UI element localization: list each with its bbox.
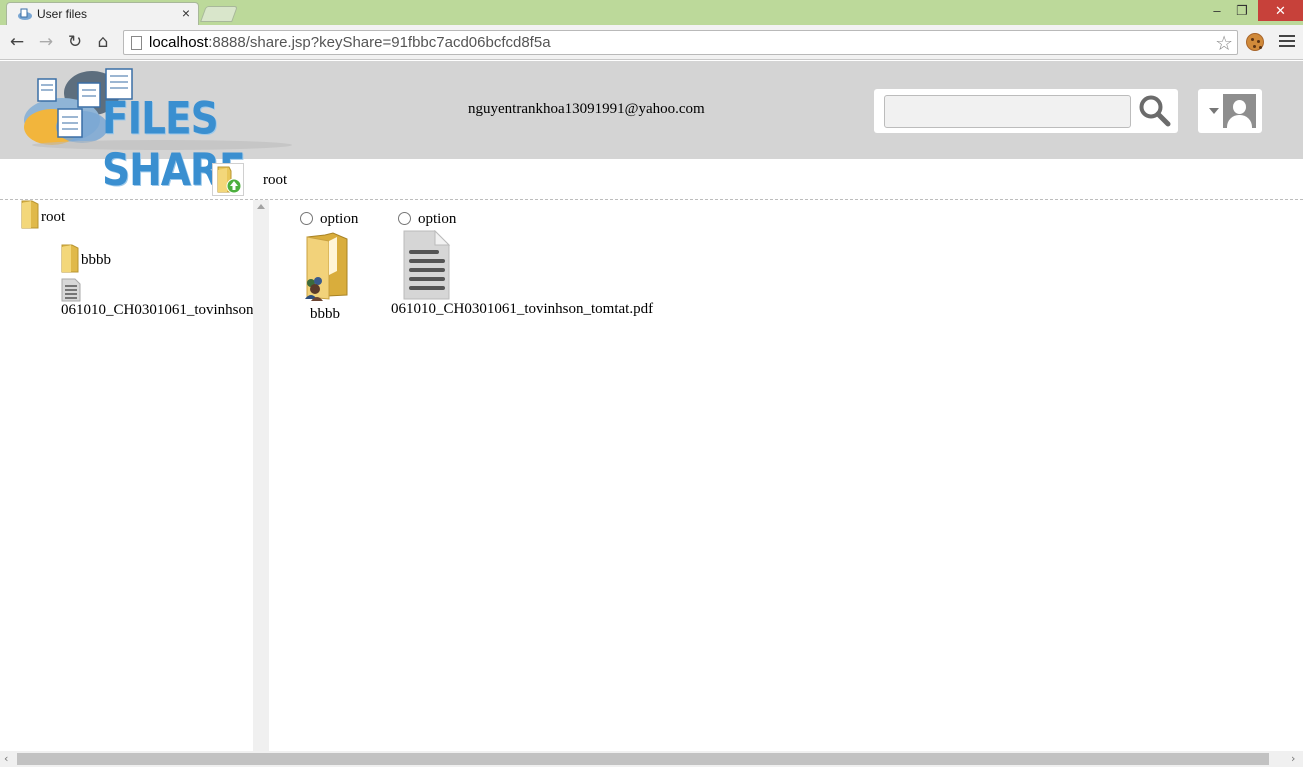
search-icon[interactable] bbox=[1138, 94, 1172, 128]
folder-up-button[interactable] bbox=[212, 163, 244, 196]
user-menu-button[interactable] bbox=[1198, 89, 1262, 133]
window-minimize-button[interactable]: – bbox=[1205, 0, 1229, 21]
new-tab-button[interactable] bbox=[200, 6, 238, 22]
folder-icon bbox=[21, 200, 39, 229]
scroll-left-arrow-icon[interactable]: ‹ bbox=[4, 753, 8, 764]
file-item-name[interactable]: bbbb bbox=[310, 306, 340, 323]
tree-item-label: root bbox=[41, 209, 66, 225]
shared-folder-icon[interactable] bbox=[301, 231, 349, 303]
cookie-extension-icon[interactable] bbox=[1246, 33, 1264, 51]
window-close-button[interactable]: ✕ bbox=[1258, 0, 1303, 21]
window-maximize-button[interactable]: ❐ bbox=[1230, 0, 1254, 21]
browser-menu-icon[interactable] bbox=[1279, 35, 1295, 49]
url-text: localhost:8888/share.jsp?keyShare=91fbbc… bbox=[149, 34, 551, 51]
back-arrow-icon[interactable]: ← bbox=[7, 32, 27, 52]
scroll-up-arrow-icon[interactable] bbox=[257, 204, 265, 209]
scroll-right-arrow-icon[interactable]: › bbox=[1291, 753, 1295, 764]
folder-up-arrow-icon bbox=[217, 166, 242, 194]
search-input[interactable] bbox=[884, 95, 1131, 128]
forward-arrow-icon[interactable]: → bbox=[36, 32, 56, 52]
files-share-favicon-icon bbox=[18, 8, 32, 20]
file-item-name[interactable]: 061010_CH0301061_tovinhson_tomtat.pdf bbox=[391, 301, 653, 318]
option-radio[interactable] bbox=[300, 212, 313, 225]
document-icon bbox=[61, 278, 81, 302]
home-icon[interactable]: ⌂ bbox=[93, 32, 113, 52]
tree-item-label: 061010_CH0301061_tovinhson_tomtat.pdf bbox=[61, 302, 253, 318]
avatar-icon bbox=[1223, 94, 1256, 128]
option-label: option bbox=[320, 211, 359, 227]
option-radio[interactable] bbox=[398, 212, 411, 225]
tab-close-icon[interactable]: × bbox=[182, 5, 190, 21]
files-share-logo[interactable]: FILES SHARE bbox=[22, 65, 302, 197]
browser-titlebar: User files × – ❐ ✕ bbox=[0, 0, 1303, 25]
breadcrumb-bar: root bbox=[0, 159, 1303, 200]
url-path: :8888/share.jsp?keyShare=91fbbc7acd06bcf… bbox=[208, 34, 551, 51]
search-box bbox=[874, 89, 1178, 133]
folder-icon bbox=[61, 244, 79, 273]
dropdown-caret-icon bbox=[1209, 108, 1219, 114]
address-bar[interactable]: localhost:8888/share.jsp?keyShare=91fbbc… bbox=[123, 30, 1238, 55]
site-header: FILES SHARE nguyentrankhoa13091991@yahoo… bbox=[0, 61, 1303, 197]
reload-icon[interactable]: ↻ bbox=[65, 32, 85, 52]
breadcrumb-current[interactable]: root bbox=[263, 172, 287, 189]
option-label: option bbox=[418, 211, 457, 227]
tree-item-label: bbbb bbox=[81, 252, 111, 268]
browser-tab[interactable]: User files × bbox=[6, 2, 199, 25]
user-email: nguyentrankhoa13091991@yahoo.com bbox=[468, 101, 705, 117]
scrollbar-thumb[interactable] bbox=[17, 753, 1269, 765]
document-icon[interactable] bbox=[403, 230, 451, 300]
horizontal-scrollbar[interactable]: ‹ › bbox=[0, 751, 1303, 767]
tab-title: User files bbox=[37, 7, 88, 21]
bookmark-star-icon[interactable]: ☆ bbox=[1215, 31, 1233, 55]
url-host: localhost bbox=[149, 34, 209, 51]
browser-toolbar: ← → ↻ ⌂ localhost:8888/share.jsp?keyShar… bbox=[0, 25, 1303, 60]
page-icon bbox=[131, 36, 142, 50]
folder-tree: root bbbb 061010_CH0301061_tovinhson_tom… bbox=[0, 200, 253, 751]
sidebar-scrollbar[interactable] bbox=[253, 200, 269, 751]
